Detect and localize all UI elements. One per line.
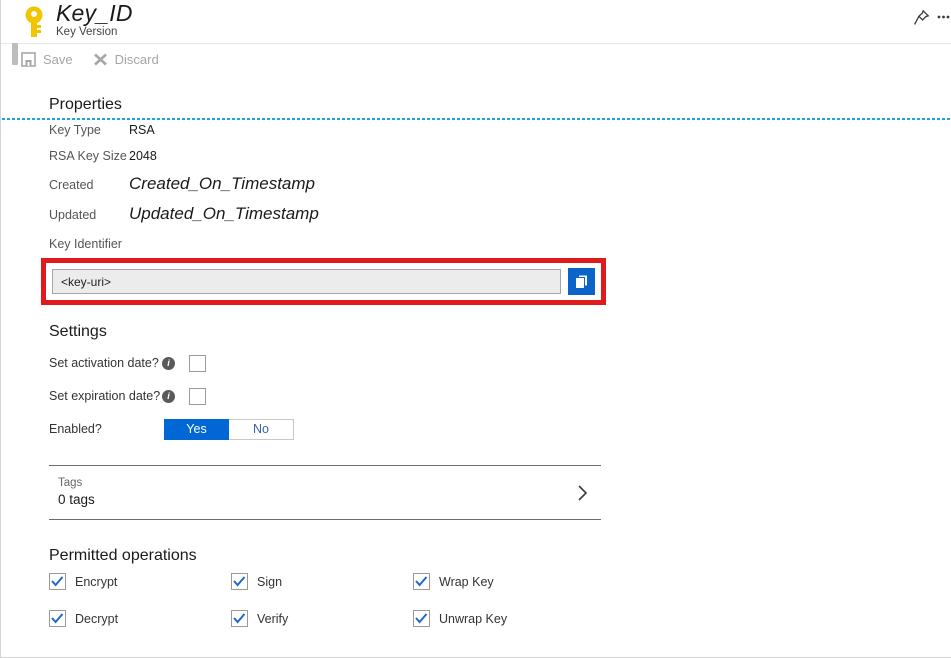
verify-checkbox[interactable] (231, 610, 248, 627)
page-title: Key_ID (56, 0, 133, 26)
key-identifier-highlight (41, 258, 606, 305)
blade-header: Key_ID Key Version (1, 0, 951, 44)
pin-icon[interactable] (910, 6, 932, 28)
decrypt-checkbox[interactable] (49, 610, 66, 627)
ellipsis-icon[interactable] (933, 6, 951, 28)
properties-heading: Properties (49, 96, 122, 113)
verify-label: Verify (257, 611, 289, 626)
tags-row[interactable]: Tags 0 tags (49, 465, 601, 520)
enabled-label: Enabled? (49, 422, 102, 436)
chevron-right-icon (576, 483, 589, 503)
wrap-key-label: Wrap Key (439, 574, 494, 589)
page-subtitle: Key Version (56, 26, 118, 38)
setting-row-expiration-date: Set expiration date? i (49, 383, 951, 409)
activation-date-checkbox[interactable] (189, 354, 206, 372)
key-type-value: RSA (129, 123, 155, 137)
permitted-operation-item[interactable]: Verify (231, 610, 413, 627)
title-block: Key_ID Key Version (56, 0, 133, 39)
expiration-date-checkbox[interactable] (189, 387, 206, 405)
updated-value: Updated_On_Timestamp (129, 204, 319, 223)
blade-content: Properties Key Type RSA RSA Key Size 204… (1, 96, 951, 627)
encrypt-label: Encrypt (75, 574, 118, 589)
save-label: Save (43, 51, 73, 67)
discard-label: Discard (114, 51, 159, 67)
permitted-operation-item[interactable]: Sign (231, 573, 413, 590)
info-icon[interactable]: i (162, 389, 175, 403)
copy-to-clipboard-button[interactable] (568, 268, 595, 295)
key-version-blade: Key_ID Key Version Save Discard Properti… (0, 0, 951, 658)
created-value: Created_On_Timestamp (129, 174, 315, 193)
created-label: Created (49, 178, 94, 192)
unwrap-key-checkbox[interactable] (413, 610, 430, 627)
sign-checkbox[interactable] (231, 573, 248, 590)
setting-row-activation-date: Set activation date? i (49, 350, 951, 376)
updated-label: Updated (49, 208, 97, 222)
key-identifier-label: Key Identifier (49, 237, 122, 251)
property-row-updated: Updated Updated_On_Timestamp (49, 205, 951, 223)
setting-row-enabled: Enabled? Yes No (49, 416, 951, 442)
info-icon[interactable]: i (162, 356, 175, 370)
tags-count: 0 tags (58, 492, 95, 507)
enabled-toggle-yes[interactable]: Yes (164, 418, 229, 440)
property-row-key-type: Key Type RSA (49, 123, 951, 137)
save-button[interactable]: Save (21, 44, 73, 74)
activation-date-label: Set activation date? (49, 356, 159, 370)
permitted-operation-item[interactable]: Unwrap Key (413, 610, 595, 627)
permitted-operation-item[interactable]: Wrap Key (413, 573, 595, 590)
decrypt-label: Decrypt (75, 611, 119, 626)
sign-label: Sign (257, 574, 283, 589)
tags-text-group: Tags 0 tags (58, 476, 95, 509)
permitted-operations-heading: Permitted operations (49, 547, 197, 564)
expiration-date-label: Set expiration date? (49, 389, 161, 403)
wrap-key-checkbox[interactable] (413, 573, 430, 590)
permitted-operations-grid: Encrypt Sign Wrap Key Decrypt Verify Unw… (49, 573, 951, 627)
rsa-key-size-label: RSA Key Size (49, 149, 127, 163)
key-icon (21, 5, 51, 38)
command-toolbar: Save Discard (1, 44, 951, 120)
enabled-toggle-no[interactable]: No (229, 418, 294, 440)
rsa-key-size-value: 2048 (129, 149, 157, 163)
unwrap-key-label: Unwrap Key (439, 611, 508, 626)
close-x-icon (93, 52, 108, 67)
tags-label: Tags (58, 477, 83, 489)
key-identifier-input[interactable] (52, 269, 561, 294)
property-row-key-size: RSA Key Size 2048 (49, 149, 951, 163)
enabled-toggle: Yes No (164, 418, 294, 440)
permitted-operation-item[interactable]: Decrypt (49, 610, 231, 627)
settings-heading: Settings (49, 323, 107, 340)
property-row-created: Created Created_On_Timestamp (49, 175, 951, 193)
key-type-label: Key Type (49, 123, 101, 137)
scrollbar-thumb[interactable] (12, 43, 18, 65)
discard-button[interactable]: Discard (93, 44, 159, 74)
encrypt-checkbox[interactable] (49, 573, 66, 590)
permitted-operation-item[interactable]: Encrypt (49, 573, 231, 590)
save-disk-icon (21, 51, 36, 67)
